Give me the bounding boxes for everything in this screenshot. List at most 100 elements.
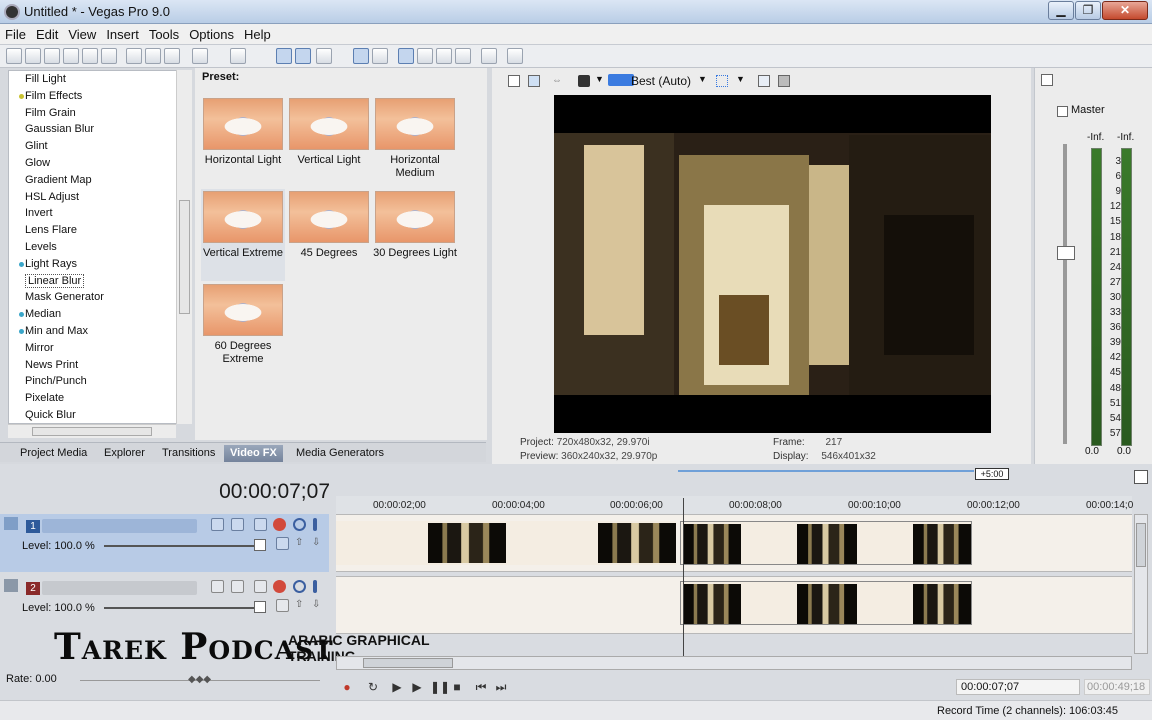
mute-icon[interactable] xyxy=(273,580,286,593)
menu-tools[interactable]: Tools xyxy=(144,24,184,45)
fx-list-item[interactable]: Light Rays xyxy=(9,256,191,273)
snapping-icon[interactable] xyxy=(398,48,414,64)
preset-horizontal-light[interactable]: Horizontal Light xyxy=(201,96,285,188)
track-level-knob[interactable] xyxy=(254,539,266,551)
selection-end-field[interactable]: 00:00:49;18 xyxy=(1084,679,1150,695)
scroll-thumb[interactable] xyxy=(179,200,190,314)
cursor-position-field[interactable]: 00:00:07;07 xyxy=(956,679,1080,695)
track-lane-1[interactable] xyxy=(336,514,1132,572)
track-minimize-icon[interactable] xyxy=(4,579,18,592)
timeline-marker-button[interactable] xyxy=(1134,470,1148,484)
preset-30-degrees-light[interactable]: 30 Degrees Light xyxy=(373,189,457,281)
menu-view[interactable]: View xyxy=(63,24,101,45)
properties-icon[interactable] xyxy=(101,48,117,64)
fx-list-item[interactable]: Min and Max xyxy=(9,323,191,340)
maximize-button[interactable]: ❐ xyxy=(1075,1,1101,20)
fx-list-item[interactable]: Pixelate xyxy=(9,390,191,407)
preview-properties-icon[interactable] xyxy=(508,75,520,87)
plugin-manager-icon[interactable] xyxy=(481,48,497,64)
tab-transitions[interactable]: Transitions xyxy=(156,445,221,462)
menu-options[interactable]: Options xyxy=(184,24,239,45)
loop-region-bar[interactable] xyxy=(678,470,974,472)
track-level-slider[interactable] xyxy=(104,607,264,609)
loop-playback-icon[interactable]: ↻ xyxy=(366,680,380,694)
fx-list-item[interactable]: Invert xyxy=(9,205,191,222)
track-lane-2[interactable] xyxy=(336,576,1132,634)
preset-60-degrees-extreme[interactable]: 60 Degrees Extreme xyxy=(201,282,285,374)
lock-envelopes-icon[interactable] xyxy=(372,48,388,64)
render-icon[interactable] xyxy=(82,48,98,64)
timeline-vertical-scrollbar[interactable] xyxy=(1134,514,1148,654)
preset-vertical-extreme[interactable]: Vertical Extreme xyxy=(201,189,285,281)
hscroll-thumb[interactable] xyxy=(32,427,152,436)
fx-list-item[interactable]: News Print xyxy=(9,357,191,374)
overlays-dropdown-icon[interactable]: ▼ xyxy=(595,74,604,84)
menu-file[interactable]: File xyxy=(0,24,31,45)
play-icon[interactable]: ▶ xyxy=(410,680,424,694)
fx-list-item[interactable]: Film Effects xyxy=(9,88,191,105)
auto-crossfade-icon[interactable] xyxy=(417,48,433,64)
paste-icon[interactable] xyxy=(164,48,180,64)
whats-this-help-icon[interactable] xyxy=(507,48,523,64)
new-icon[interactable] xyxy=(6,48,22,64)
open-icon[interactable] xyxy=(25,48,41,64)
tab-video-fx[interactable]: Video FX xyxy=(224,445,283,462)
preview-quality-select[interactable]: Best (Auto) xyxy=(631,74,691,88)
overlays-icon[interactable] xyxy=(578,75,590,87)
fx-list-item[interactable]: Lens Flare xyxy=(9,222,191,239)
track-name-field[interactable] xyxy=(42,581,197,595)
video-fx-list[interactable]: Fill Light Film Effects Film Grain Gaussian… xyxy=(8,70,192,424)
preset-horizontal-medium[interactable]: Horizontal Medium xyxy=(373,96,457,188)
grid-dropdown-icon[interactable]: ▼ xyxy=(736,74,745,84)
time-ruler[interactable]: 00:00:02;00 00:00:04;00 00:00:06;00 00:00:0… xyxy=(336,496,1133,514)
composite-parent-icon[interactable] xyxy=(276,599,289,612)
track-level-slider[interactable] xyxy=(104,545,264,547)
fx-list-vertical-scrollbar[interactable] xyxy=(176,70,192,424)
record-icon[interactable]: ● xyxy=(340,680,354,694)
envelope-tool-icon[interactable] xyxy=(295,48,311,64)
video-clip[interactable] xyxy=(680,581,972,625)
menu-edit[interactable]: Edit xyxy=(31,24,63,45)
preview-device-icon[interactable] xyxy=(528,75,540,87)
compositing-mode-icon[interactable] xyxy=(254,580,267,593)
copy-icon[interactable] xyxy=(145,48,161,64)
fx-list-item[interactable]: Levels xyxy=(9,239,191,256)
fx-list-item[interactable]: Fill Light xyxy=(9,71,191,88)
fx-list-item[interactable]: Film Grain xyxy=(9,105,191,122)
selection-tool-icon[interactable] xyxy=(316,48,332,64)
master-fx-icon[interactable] xyxy=(1057,106,1068,117)
playhead-cursor[interactable] xyxy=(683,498,684,656)
save-icon[interactable] xyxy=(44,48,60,64)
make-child-icon[interactable]: ⇩ xyxy=(312,537,325,550)
vegas-app-icon[interactable] xyxy=(4,4,20,20)
redo-icon[interactable] xyxy=(230,48,246,64)
fx-list-item[interactable]: Quick Blur xyxy=(9,407,191,423)
go-to-start-icon[interactable]: ⏮ xyxy=(474,680,488,694)
save-snapshot-icon[interactable] xyxy=(778,75,790,87)
track-level-knob[interactable] xyxy=(254,601,266,613)
fx-list-item[interactable]: Mirror xyxy=(9,340,191,357)
fx-list-horizontal-scrollbar[interactable] xyxy=(8,424,176,438)
make-parent-icon[interactable]: ⇧ xyxy=(295,537,308,550)
auto-ripple-icon[interactable] xyxy=(353,48,369,64)
normal-edit-tool-icon[interactable] xyxy=(276,48,292,64)
track-fx-icon[interactable] xyxy=(231,518,244,531)
fx-list-item[interactable]: Glow xyxy=(9,155,191,172)
track-info-icon[interactable] xyxy=(313,580,317,593)
marker-icon[interactable] xyxy=(455,48,471,64)
fx-list-item[interactable]: Gradient Map xyxy=(9,172,191,189)
track-motion-icon[interactable] xyxy=(211,580,224,593)
track-motion-icon[interactable] xyxy=(211,518,224,531)
fx-list-item[interactable]: Pinch/Punch xyxy=(9,373,191,390)
ignore-grouping-icon[interactable] xyxy=(436,48,452,64)
solo-icon[interactable] xyxy=(293,518,306,531)
tab-explorer[interactable]: Explorer xyxy=(98,445,151,462)
undo-icon[interactable] xyxy=(192,48,208,64)
make-child-icon[interactable]: ⇩ xyxy=(312,599,325,612)
copy-snapshot-icon[interactable] xyxy=(758,75,770,87)
fx-list-item[interactable]: Gaussian Blur xyxy=(9,121,191,138)
make-parent-icon[interactable]: ⇧ xyxy=(295,599,308,612)
fx-list-item[interactable]: Linear Blur xyxy=(9,273,191,290)
master-properties-icon[interactable] xyxy=(1041,74,1053,86)
quality-dropdown-icon[interactable]: ▼ xyxy=(698,74,707,84)
